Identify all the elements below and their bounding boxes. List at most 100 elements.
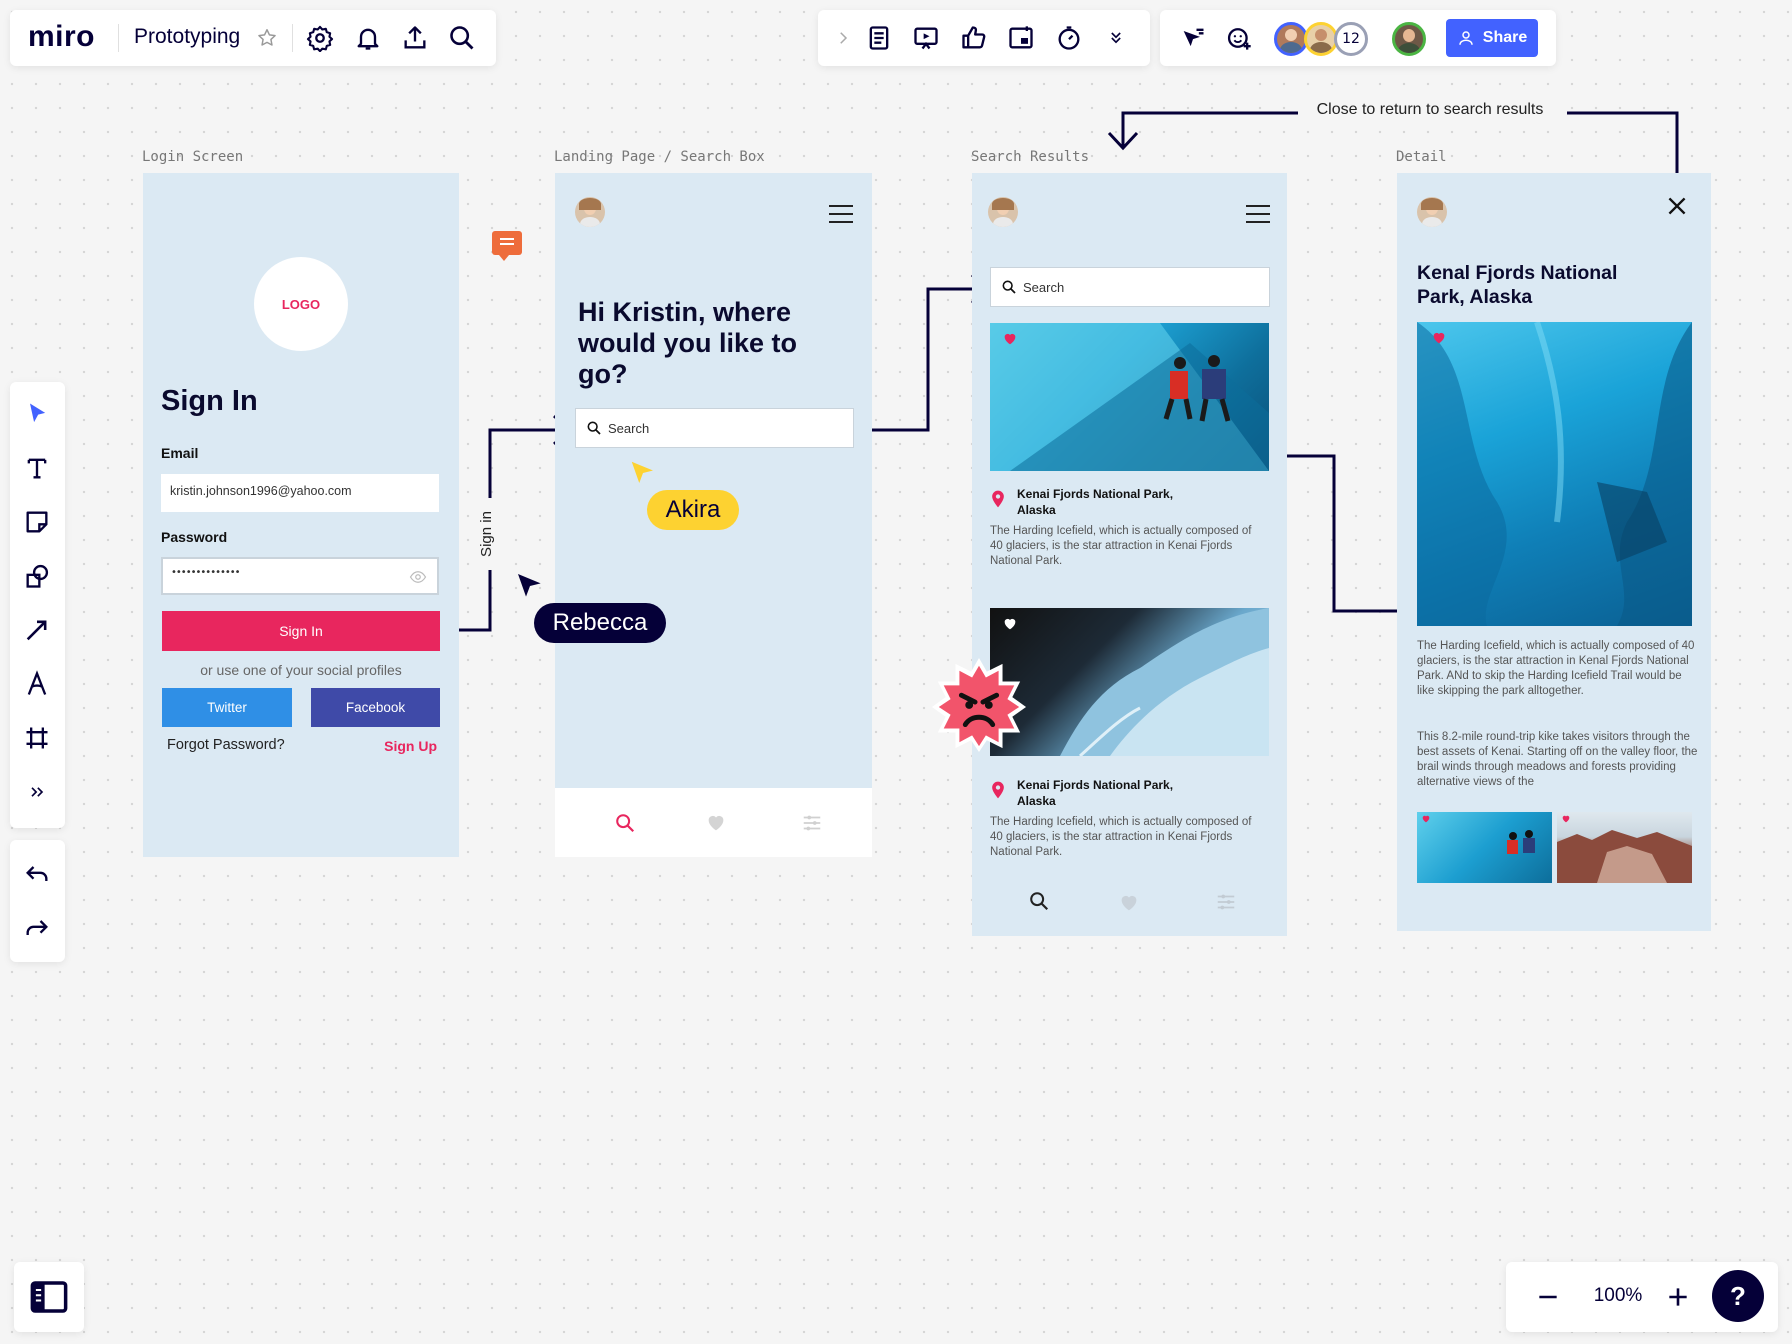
sidebar-toggle[interactable] [14, 1262, 84, 1332]
miro-logo[interactable]: miro [28, 20, 95, 54]
share-button[interactable]: Share [1446, 19, 1538, 57]
bottom-nav [555, 788, 872, 857]
presentation-icon[interactable] [909, 21, 943, 55]
menu-icon[interactable] [1246, 205, 1270, 223]
frame-label-landing[interactable]: Landing Page / Search Box [554, 149, 765, 165]
search-icon [1002, 280, 1016, 294]
akira-cursor-icon [631, 461, 653, 483]
search-placeholder: Search [608, 420, 650, 436]
frame-tool-icon[interactable] [20, 721, 54, 755]
rebecca-cursor-icon [518, 574, 541, 597]
comment-icon[interactable] [492, 231, 522, 261]
zoom-level[interactable]: 100% [1578, 1285, 1658, 1307]
favorite-heart-icon[interactable] [1421, 814, 1431, 824]
search-input[interactable]: Search [575, 408, 854, 448]
akira-cursor-label: Akira [647, 490, 739, 530]
board-title[interactable]: Prototyping [134, 25, 240, 49]
help-button[interactable]: ? [1712, 1270, 1764, 1322]
profile-avatar[interactable] [1417, 197, 1447, 227]
result-title[interactable]: Kenai Fjords National Park, Alaska [1017, 777, 1187, 809]
twitter-button[interactable]: Twitter [162, 688, 292, 727]
password-field[interactable]: •••••••••••••• [161, 557, 439, 595]
location-pin-icon [992, 781, 1004, 799]
plus-icon [1669, 1288, 1687, 1306]
search-nav-icon[interactable] [614, 812, 636, 834]
filter-nav-icon[interactable] [1215, 891, 1237, 913]
profile-avatar[interactable] [575, 197, 605, 227]
collaborator-avatar[interactable] [1274, 22, 1308, 56]
divider [292, 24, 293, 52]
email-label: Email [161, 445, 199, 461]
star-icon[interactable] [250, 21, 284, 55]
settings-gear-icon[interactable] [303, 21, 337, 55]
search-nav-icon[interactable] [1028, 890, 1050, 912]
result-title[interactable]: Kenai Fjords National Park, Alaska [1017, 486, 1187, 518]
video-frame-icon[interactable] [1004, 21, 1038, 55]
signin-button[interactable]: Sign In [162, 611, 440, 651]
sticky-note-tool-icon[interactable] [20, 505, 54, 539]
reaction-add-icon[interactable] [1222, 21, 1256, 55]
upload-icon[interactable] [398, 21, 432, 55]
close-icon[interactable] [1664, 193, 1690, 219]
collaborator-count-badge[interactable]: 12 [1334, 22, 1368, 56]
frame-detail[interactable]: Kenal Fjords National Park, Alaska The H… [1397, 173, 1711, 931]
result-description: The Harding Icefield, which is actually … [990, 816, 1252, 858]
search-icon[interactable] [445, 21, 479, 55]
greeting-heading: Hi Kristin, where would you like to go? [578, 297, 798, 389]
favorite-heart-icon[interactable] [1431, 330, 1447, 346]
undo-icon[interactable] [20, 857, 54, 891]
more-tools-icon[interactable] [20, 775, 54, 809]
connector-tool-icon[interactable] [20, 613, 54, 647]
favorite-heart-icon[interactable] [1002, 616, 1018, 632]
frame-label-detail[interactable]: Detail [1396, 149, 1447, 165]
result-image-ice-field[interactable] [990, 608, 1269, 756]
result-image-glacier-climbers[interactable] [990, 323, 1269, 471]
favorite-heart-icon[interactable] [1002, 331, 1018, 347]
detail-thumbnail-climbers[interactable] [1417, 812, 1552, 883]
frame-label-login[interactable]: Login Screen [142, 149, 243, 165]
collaborator-avatar[interactable] [1304, 22, 1338, 56]
favorite-heart-icon[interactable] [1561, 814, 1571, 824]
search-input[interactable]: Search [990, 267, 1270, 307]
location-pin-icon [992, 490, 1004, 508]
eye-icon[interactable] [409, 568, 427, 586]
text-tool-icon[interactable] [20, 451, 54, 485]
current-user-avatar[interactable] [1392, 22, 1426, 56]
detail-thumbnail-canyon[interactable] [1557, 812, 1692, 883]
email-field[interactable]: kristin.johnson1996@yahoo.com [161, 474, 439, 512]
logo-circle: LOGO [254, 257, 348, 351]
share-label: Share [1482, 29, 1528, 46]
pen-tool-icon[interactable] [20, 667, 54, 701]
zoom-in-button[interactable] [1658, 1280, 1698, 1314]
chevron-double-down-icon[interactable] [1099, 21, 1133, 55]
redo-icon[interactable] [20, 911, 54, 945]
return-annotation-text[interactable]: Close to return to search results [1298, 101, 1562, 119]
shapes-tool-icon[interactable] [20, 559, 54, 593]
signup-link[interactable]: Sign Up [384, 738, 437, 754]
cursor-filter-icon[interactable] [1176, 21, 1210, 55]
angry-face-sticker-icon[interactable] [930, 656, 1028, 754]
bell-icon[interactable] [351, 21, 385, 55]
signin-connector-label[interactable]: Sign in [478, 498, 500, 570]
chevron-right-icon[interactable] [826, 21, 860, 55]
menu-icon[interactable] [829, 205, 853, 223]
select-tool-icon[interactable] [20, 397, 54, 431]
notes-icon[interactable] [862, 21, 896, 55]
frame-login[interactable]: LOGO Sign In Email kristin.johnson1996@y… [143, 173, 459, 857]
board-header: miro Prototyping [10, 10, 496, 66]
profile-avatar[interactable] [988, 197, 1018, 227]
filter-nav-icon[interactable] [801, 812, 823, 834]
detail-hero-image-ice-cave[interactable] [1417, 322, 1692, 626]
minus-icon [1539, 1295, 1557, 1299]
frame-label-results[interactable]: Search Results [971, 149, 1089, 165]
frame-results[interactable]: Search Kenai Fjords National Park, Alask… [972, 173, 1287, 936]
detail-paragraph-1: The Harding Icefield, which is actually … [1417, 640, 1695, 697]
timer-icon[interactable] [1052, 21, 1086, 55]
facebook-button[interactable]: Facebook [311, 688, 440, 727]
thumbs-up-icon[interactable] [957, 21, 991, 55]
search-placeholder: Search [1023, 279, 1065, 295]
zoom-out-button[interactable] [1528, 1280, 1568, 1314]
heart-nav-icon[interactable] [1118, 892, 1140, 914]
forgot-password-link[interactable]: Forgot Password? [167, 737, 285, 753]
heart-nav-icon[interactable] [705, 812, 727, 834]
